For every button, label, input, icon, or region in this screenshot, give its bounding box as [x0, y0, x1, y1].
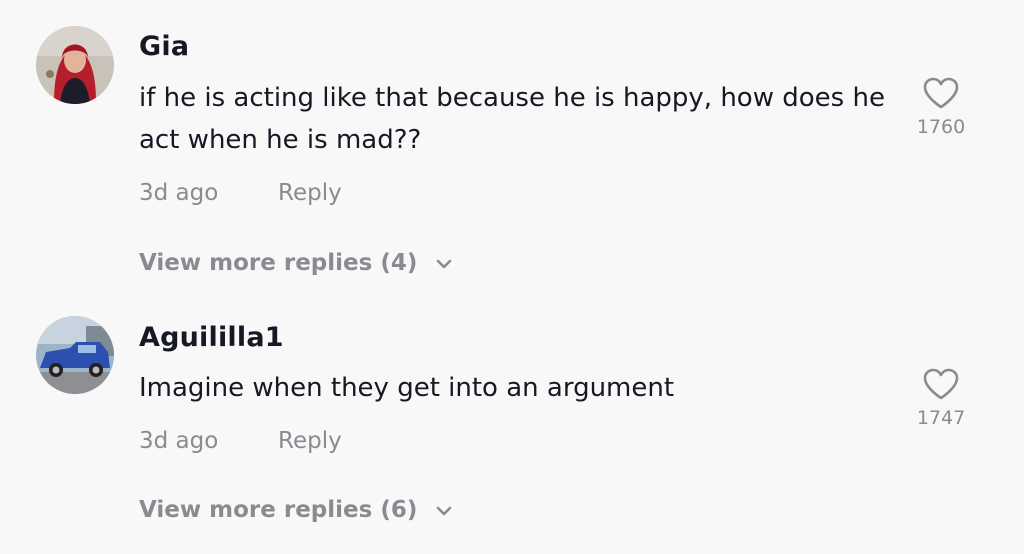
like-count: 1747: [916, 407, 966, 429]
comment-username[interactable]: Gia: [139, 31, 189, 62]
chevron-down-icon: [437, 506, 452, 515]
like-button[interactable]: 1760: [910, 76, 972, 138]
chevron-down-icon: [437, 259, 452, 268]
view-more-replies-label: View more replies (6): [139, 497, 418, 523]
like-count: 1760: [916, 116, 966, 138]
avatar[interactable]: [36, 26, 114, 104]
comment-text: Imagine when they get into an argument: [139, 373, 675, 403]
comment-timestamp: 3d ago: [139, 428, 219, 454]
like-button[interactable]: 1747: [910, 367, 972, 429]
comment-text: if he is acting like that because he is …: [139, 83, 885, 155]
reply-button[interactable]: Reply: [278, 428, 342, 454]
heart-outline-icon: [923, 368, 959, 400]
comment-meta: 3d ago Reply: [139, 180, 342, 206]
view-more-replies-label: View more replies (4): [139, 250, 418, 276]
comment-meta: 3d ago Reply: [139, 428, 342, 454]
comment-timestamp: 3d ago: [139, 180, 219, 206]
reply-button[interactable]: Reply: [278, 180, 342, 206]
comment-username[interactable]: Aguililla1: [139, 322, 284, 353]
view-more-replies-button[interactable]: View more replies (4): [139, 250, 453, 276]
avatar[interactable]: [36, 316, 114, 394]
view-more-replies-button[interactable]: View more replies (6): [139, 497, 453, 523]
heart-outline-icon: [923, 77, 959, 109]
